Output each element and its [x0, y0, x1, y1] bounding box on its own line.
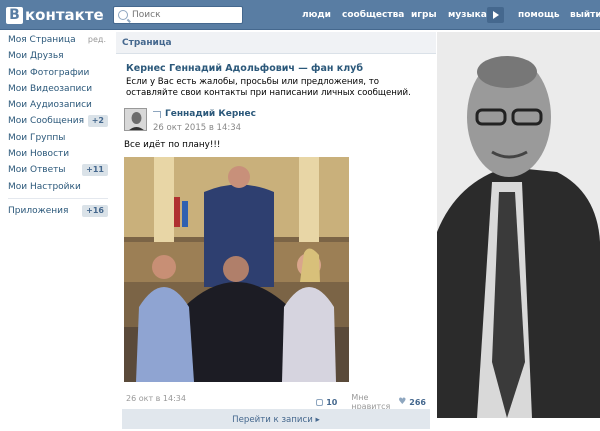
sidebar-item-label: Мои Ответы	[8, 165, 66, 176]
sidebar-item-messages[interactable]: Мои Сообщения +2	[0, 113, 112, 129]
sidebar-item-my-page[interactable]: Моя Страница ред.	[0, 32, 112, 48]
sidebar-item-label: Мои Настройки	[8, 181, 81, 192]
group-description: Если у Вас есть жалобы, просьбы или пред…	[126, 77, 411, 98]
sidebar-item-photos[interactable]: Мои Фотографии	[0, 65, 112, 81]
sidebar-item-groups[interactable]: Мои Группы	[0, 130, 112, 146]
post-date[interactable]: 26 окт 2015 в 14:34	[153, 123, 241, 133]
sidebar-item-label: Мои Новости	[8, 149, 70, 160]
post-author-row[interactable]: Геннадий Кернес	[153, 109, 256, 119]
nav-communities[interactable]: сообщества	[342, 0, 404, 30]
breadcrumb: Страница	[116, 32, 436, 54]
sidebar-item-audio[interactable]: Мои Аудиозаписи	[0, 97, 112, 113]
sidebar-item-answers[interactable]: Мои Ответы +11	[0, 162, 112, 178]
group-title-link[interactable]: Кернес Геннадий Адольфович — фан клуб	[126, 63, 436, 74]
logo-text: контакте	[25, 6, 104, 24]
profile-photo[interactable]	[437, 32, 600, 418]
sidebar-item-friends[interactable]: Мои Друзья	[0, 48, 112, 64]
sidebar-item-videos[interactable]: Мои Видеозаписи	[0, 81, 112, 97]
post-footer-date[interactable]: 26 окт в 14:34	[126, 394, 186, 403]
sidebar-item-news[interactable]: Мои Новости	[0, 146, 112, 162]
sidebar-item-label: Мои Сообщения	[8, 116, 84, 127]
sidebar-menu: Моя Страница ред. Мои Друзья Мои Фотогра…	[0, 32, 112, 219]
vk-logo[interactable]: В контакте	[6, 5, 104, 25]
sidebar-item-apps[interactable]: Приложения +16	[0, 203, 112, 219]
sidebar-item-label: Приложения	[8, 205, 69, 216]
top-bar: В контакте люди сообщества игры музыка п…	[0, 0, 600, 30]
post-photo[interactable]	[124, 157, 349, 382]
main-content: Страница Кернес Геннадий Адольфович — фа…	[116, 32, 436, 429]
sidebar-item-label: Мои Видеозаписи	[8, 83, 93, 94]
post-text: Все идёт по плану!!!	[124, 140, 221, 150]
search-box[interactable]	[113, 6, 243, 24]
share-icon	[153, 110, 161, 118]
play-icon[interactable]	[487, 7, 504, 23]
search-icon	[118, 10, 128, 20]
messages-counter-badge: +2	[87, 115, 108, 128]
sidebar-item-label: Мои Группы	[8, 132, 66, 143]
likes-count[interactable]: 266	[409, 398, 426, 407]
nav-logout[interactable]: выйти	[570, 0, 600, 30]
nav-games[interactable]: игры	[411, 0, 437, 30]
heart-icon[interactable]: ♥	[398, 397, 406, 407]
comment-icon[interactable]	[316, 398, 324, 406]
sidebar-item-label: Мои Друзья	[8, 51, 64, 62]
sidebar-item-label: Моя Страница	[8, 35, 76, 45]
author-avatar[interactable]	[124, 108, 147, 131]
comments-count[interactable]: 10	[326, 398, 337, 407]
sidebar-item-label: Мои Фотографии	[8, 67, 90, 78]
search-input[interactable]	[132, 10, 232, 20]
nav-music[interactable]: музыка	[448, 0, 487, 30]
answers-counter-badge: +11	[82, 164, 108, 177]
apps-counter-badge: +16	[82, 204, 108, 217]
edit-link[interactable]: ред.	[88, 32, 106, 48]
logo-badge: В	[6, 6, 23, 24]
sidebar-item-label: Мои Аудиозаписи	[8, 100, 92, 111]
go-to-post-button[interactable]: Перейти к записи ▸	[122, 409, 430, 429]
menu-divider	[8, 197, 108, 199]
nav-help[interactable]: помощь	[518, 0, 560, 30]
nav-people[interactable]: люди	[302, 0, 331, 30]
post-author-name[interactable]: Геннадий Кернес	[165, 109, 256, 119]
sidebar-item-settings[interactable]: Мои Настройки	[0, 179, 112, 195]
